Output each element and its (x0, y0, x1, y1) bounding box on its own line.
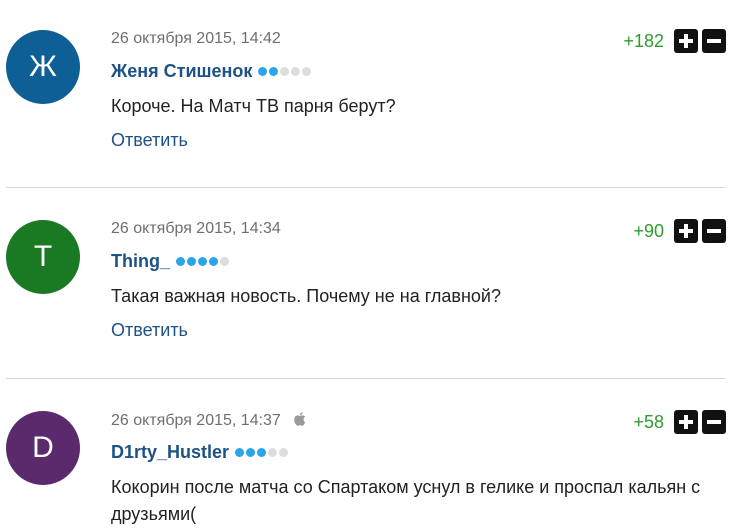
vote-controls: +182 (623, 29, 726, 53)
comment-author: Thing_ (111, 251, 231, 272)
rating-dot-filled (187, 257, 196, 266)
rating-dot-empty (268, 448, 278, 457)
comment-text: Такая важная новость. Почему не на главн… (111, 286, 501, 306)
comment-date: 26 октября 2015, 14:42 (111, 30, 281, 47)
comment-author: D1rty_Hustler (111, 442, 290, 463)
user-rating-dots (235, 448, 290, 457)
comment-divider (6, 187, 725, 188)
avatar[interactable]: Ж (6, 30, 80, 104)
avatar[interactable]: T (6, 220, 80, 294)
upvote-button[interactable] (674, 219, 698, 243)
author-name-link[interactable]: Thing_ (111, 251, 170, 272)
author-name-link[interactable]: Женя Стишенок (111, 61, 252, 82)
rating-dot-filled (235, 448, 245, 457)
comment-divider (6, 378, 725, 379)
vote-controls: +90 (633, 219, 726, 243)
author-name-link[interactable]: D1rty_Hustler (111, 442, 229, 463)
rating-dot-empty (220, 257, 229, 266)
rating-dot-filled (209, 257, 218, 266)
upvote-button[interactable] (674, 29, 698, 53)
rating-dot-filled (246, 448, 256, 457)
comment-date: 26 октября 2015, 14:34 (111, 220, 281, 237)
rating-dot-empty (279, 448, 289, 457)
vote-controls: +58 (633, 410, 726, 434)
rating-dot-filled (257, 448, 267, 457)
rating-dot-filled (176, 257, 185, 266)
comment-score: +58 (633, 411, 664, 432)
upvote-button[interactable] (674, 410, 698, 434)
rating-dot-empty (291, 67, 301, 76)
rating-dot-filled (258, 67, 268, 76)
rating-dot-filled (269, 67, 279, 76)
user-rating-dots (176, 257, 231, 266)
avatar[interactable]: D (6, 411, 80, 485)
downvote-button[interactable] (702, 410, 726, 434)
comment-date-text: 26 октября 2015, 14:37 (111, 412, 281, 429)
comment-text: Короче. На Матч ТВ парня берут? (111, 96, 396, 116)
reply-link[interactable]: Ответить (111, 130, 188, 151)
rating-dot-empty (280, 67, 290, 76)
comment-score: +90 (633, 220, 664, 241)
user-rating-dots (258, 67, 313, 76)
downvote-button[interactable] (702, 29, 726, 53)
rating-dot-empty (302, 67, 312, 76)
comment-date: 26 октября 2015, 14:37 (111, 411, 307, 432)
downvote-button[interactable] (702, 219, 726, 243)
apple-icon (293, 411, 307, 432)
comment-text: Кокорин после матча со Спартаком уснул в… (111, 477, 701, 524)
comment-author: Женя Стишенок (111, 61, 313, 82)
reply-link[interactable]: Ответить (111, 320, 188, 341)
comment-score: +182 (623, 30, 664, 51)
rating-dot-filled (198, 257, 207, 266)
